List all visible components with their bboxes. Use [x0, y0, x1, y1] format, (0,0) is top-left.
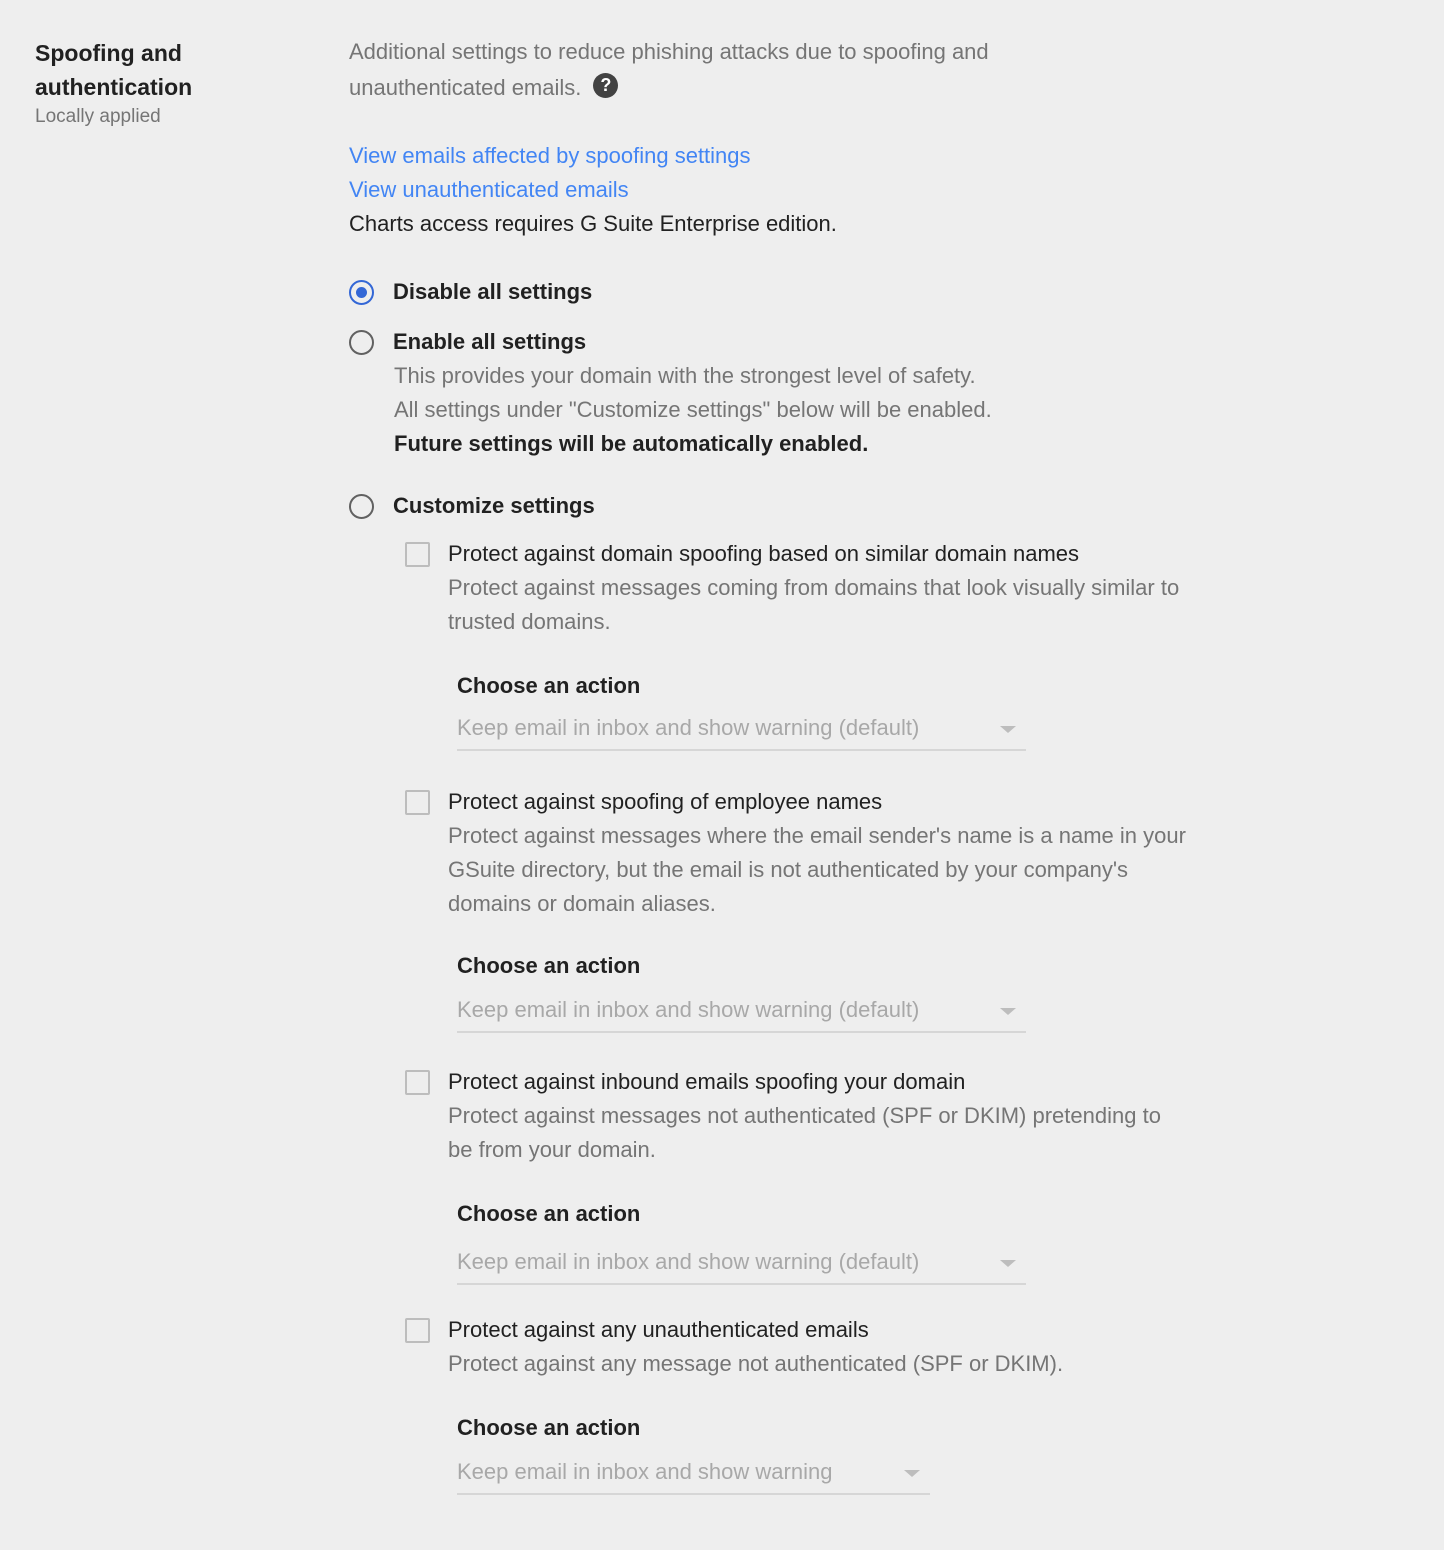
- intro-text: Additional settings to reduce phishing a…: [349, 39, 989, 100]
- radio-disable-all[interactable]: Disable all settings: [349, 275, 592, 309]
- enable-desc-line-2: All settings under "Customize settings" …: [394, 397, 992, 422]
- action-dropdown-value: Keep email in inbox and show warning (de…: [457, 715, 920, 740]
- chevron-down-icon: [1000, 1008, 1016, 1015]
- action-dropdown-value: Keep email in inbox and show warning: [457, 1459, 833, 1484]
- radio-button[interactable]: [349, 329, 374, 355]
- option-title: Protect against domain spoofing based on…: [448, 541, 1080, 566]
- radio-customize[interactable]: Customize settings: [349, 489, 595, 523]
- action-dropdown[interactable]: Keep email in inbox and show warning: [457, 1451, 930, 1495]
- option-title: Protect against any unauthenticated emai…: [448, 1317, 869, 1342]
- enable-desc-line-3: Future settings will be automatically en…: [394, 431, 869, 456]
- radio-enable-all[interactable]: Enable all settings: [349, 325, 586, 359]
- checkbox[interactable]: [405, 1070, 430, 1095]
- radio-label-disable: Disable all settings: [393, 279, 593, 304]
- section-header: Spoofing and authentication Locally appl…: [35, 36, 295, 130]
- choose-action-label: Choose an action: [457, 673, 641, 698]
- choose-action-label: Choose an action: [457, 953, 641, 978]
- section-title: Spoofing and authentication: [35, 40, 193, 100]
- help-icon[interactable]: ?: [593, 73, 619, 98]
- view-unauthenticated-emails-link[interactable]: View unauthenticated emails: [349, 173, 629, 207]
- view-spoofing-emails-link[interactable]: View emails affected by spoofing setting…: [349, 139, 751, 173]
- chevron-down-icon: [1000, 1260, 1016, 1267]
- action-dropdown[interactable]: Keep email in inbox and show warning (de…: [457, 1241, 1026, 1285]
- radio-button[interactable]: [349, 493, 374, 519]
- action-dropdown-value: Keep email in inbox and show warning (de…: [457, 1249, 920, 1274]
- enable-desc-line-1: This provides your domain with the stron…: [394, 363, 976, 388]
- radio-label-customize: Customize settings: [393, 493, 595, 518]
- checkbox[interactable]: [405, 1318, 430, 1343]
- radio-label-enable: Enable all settings: [393, 329, 587, 354]
- option-description: Protect against messages where the email…: [448, 823, 1186, 916]
- choose-action-label: Choose an action: [457, 1201, 641, 1226]
- radio-button-selected[interactable]: [349, 279, 374, 305]
- option-description: Protect against messages coming from dom…: [448, 575, 1180, 634]
- section-subtitle: Locally applied: [35, 106, 161, 127]
- option-title: Protect against inbound emails spoofing …: [448, 1069, 966, 1094]
- intro-text-block: Additional settings to reduce phishing a…: [349, 34, 1069, 106]
- option-description: Protect against messages not authenticat…: [448, 1103, 1161, 1162]
- option-description: Protect against any message not authenti…: [448, 1351, 1064, 1376]
- action-dropdown[interactable]: Keep email in inbox and show warning (de…: [457, 989, 1026, 1033]
- action-dropdown-value: Keep email in inbox and show warning (de…: [457, 997, 920, 1022]
- chevron-down-icon: [1000, 726, 1016, 733]
- action-dropdown[interactable]: Keep email in inbox and show warning (de…: [457, 707, 1026, 751]
- charts-access-note: Charts access requires G Suite Enterpris…: [349, 211, 837, 236]
- checkbox[interactable]: [405, 790, 430, 815]
- choose-action-label: Choose an action: [457, 1415, 641, 1440]
- option-title: Protect against spoofing of employee nam…: [448, 789, 883, 814]
- chevron-down-icon: [904, 1470, 920, 1477]
- checkbox[interactable]: [405, 542, 430, 567]
